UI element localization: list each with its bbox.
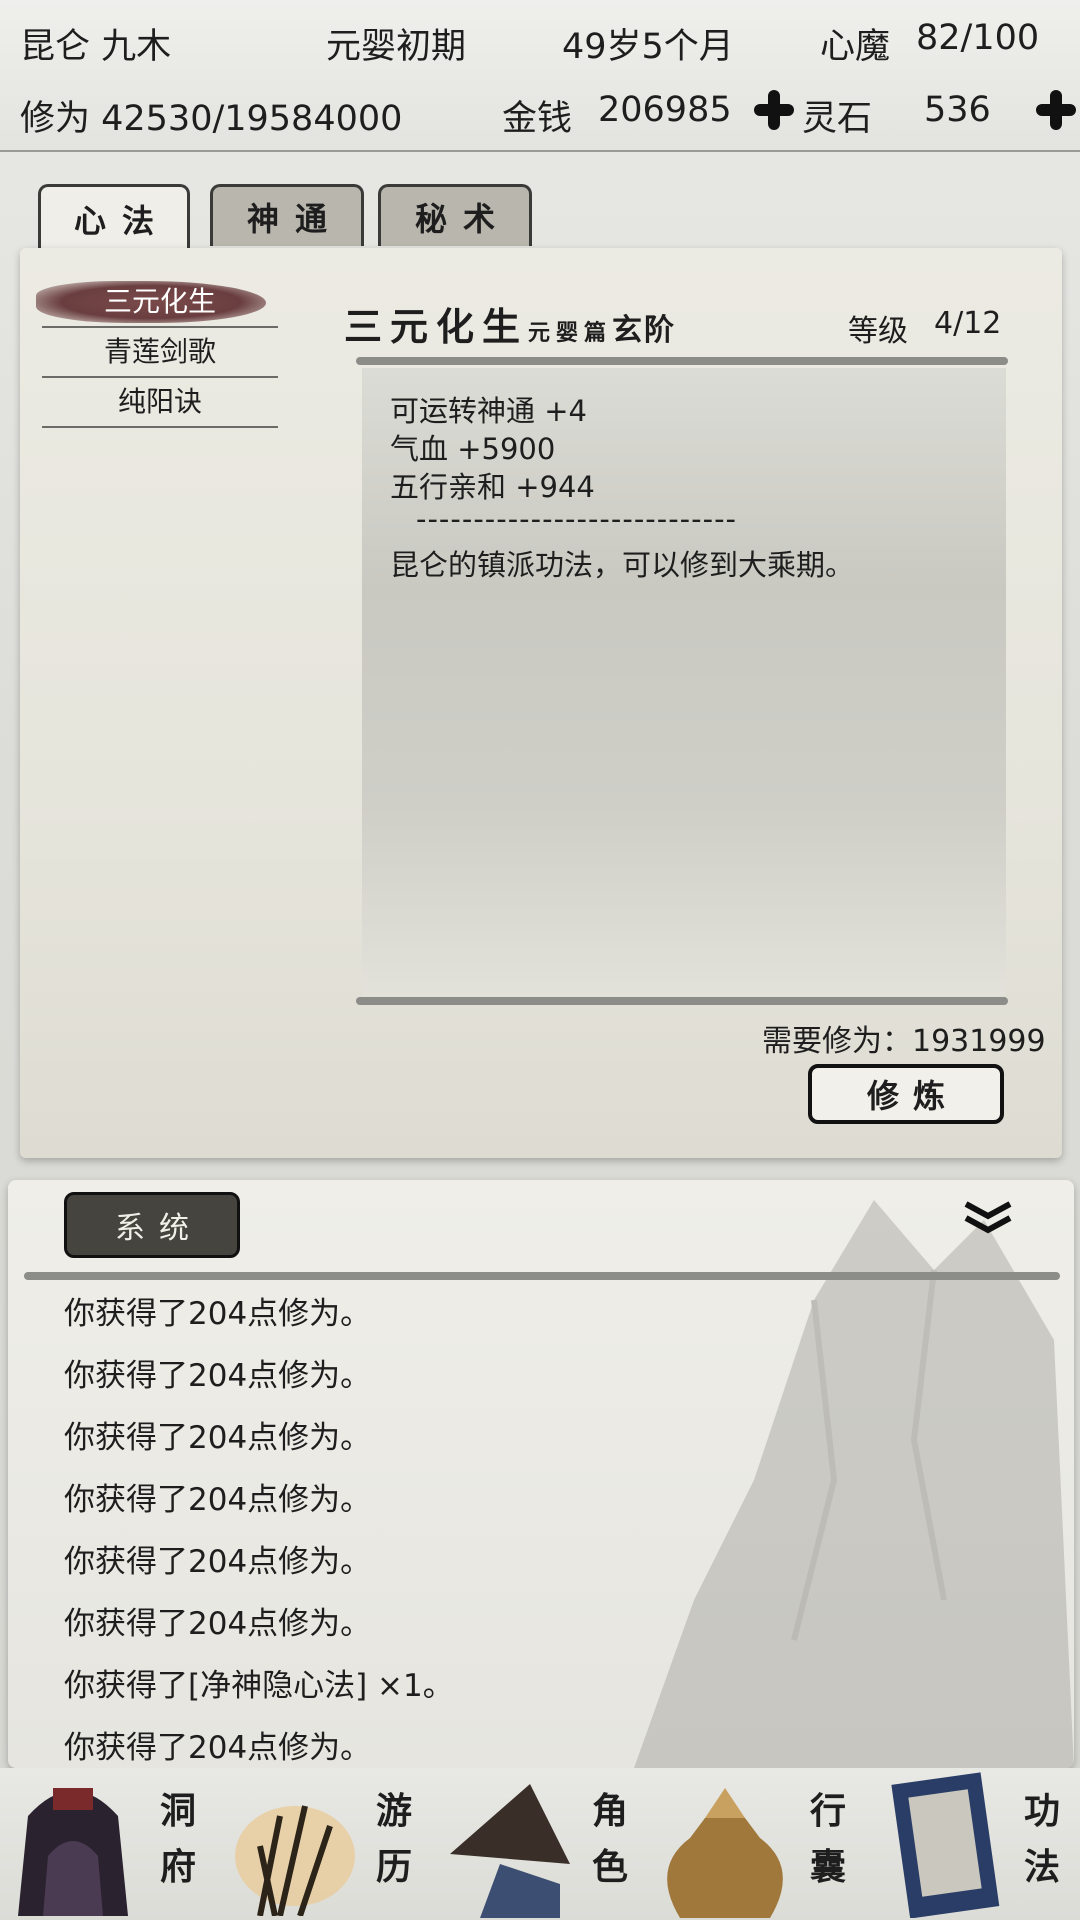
desc-bottom-rule <box>356 997 1008 1005</box>
skill-item-sanyuan[interactable]: 三元化生 <box>36 278 278 328</box>
spirit-stone-label: 灵石 <box>802 99 873 139</box>
scroll-book-icon <box>891 1772 1000 1918</box>
money-label: 金钱 <box>502 99 573 139</box>
skill-grade: 玄阶 <box>612 313 677 348</box>
log-line: 你获得了204点修为。 <box>64 1420 372 1456</box>
status-bar: 昆仑 九木 元婴初期 49岁5个月 心魔 82/100 修为 42530/195… <box>0 0 1080 152</box>
age-label: 49岁5个月 <box>562 27 734 67</box>
effect-line: 五行亲和 +944 <box>390 470 595 504</box>
tab-system[interactable]: 系统 <box>64 1192 240 1258</box>
log-line: 你获得了204点修为。 <box>64 1544 372 1580</box>
heart-demon-label: 心魔 <box>820 27 891 67</box>
log-line: 你获得了204点修为。 <box>64 1606 372 1642</box>
skill-title-name: 三元化生 <box>344 305 529 349</box>
spirit-stone-value: 536 <box>924 90 991 130</box>
nav-label: 洞府 <box>159 1791 196 1888</box>
skill-chapter: 元婴篇 <box>528 321 613 346</box>
travel-grass-icon <box>235 1805 355 1916</box>
nav-item-cave[interactable]: 洞府 <box>0 1768 200 1920</box>
effect-line: 可运转神通 +4 <box>390 394 587 428</box>
level-value: 4/12 <box>934 306 1002 341</box>
nav-item-character[interactable]: 角色 <box>440 1768 640 1920</box>
bag-icon <box>667 1788 783 1918</box>
player-name: 昆仑 九木 <box>20 27 172 67</box>
mountain-ink-icon <box>634 1200 1074 1768</box>
effect-line: 气血 +5900 <box>390 432 556 466</box>
log-line: 你获得了204点修为。 <box>64 1296 372 1332</box>
required-cultivation: 需要修为：1931999 <box>762 1024 1046 1059</box>
nav-item-bag[interactable]: 行囊 <box>650 1768 870 1920</box>
level-label: 等级 <box>848 314 908 349</box>
log-line: 你获得了[净神隐心法] ×1。 <box>64 1668 454 1704</box>
add-spirit-stone-icon[interactable] <box>1036 90 1076 130</box>
tab-secret-art[interactable]: 秘术 <box>378 184 532 246</box>
log-line: 你获得了204点修为。 <box>64 1730 372 1766</box>
nav-label: 行囊 <box>809 1791 846 1888</box>
practice-button[interactable]: 修炼 <box>808 1064 1004 1124</box>
straw-hat-character-icon <box>450 1784 570 1918</box>
tab-heart-method[interactable]: 心法 <box>38 184 190 250</box>
skill-item-chunyang[interactable]: 纯阳诀 <box>42 378 278 428</box>
skill-description: 昆仑的镇派功法，可以修到大乘期。 <box>390 548 855 582</box>
effect-divider: ---------------------------- <box>416 502 738 536</box>
realm-label: 元婴初期 <box>326 27 467 67</box>
cave-dwelling-icon <box>18 1788 128 1916</box>
skill-title: 三元化生元婴篇玄阶 <box>344 296 676 351</box>
desc-top-rule <box>356 357 1008 365</box>
heart-demon-value: 82/100 <box>916 18 1040 58</box>
bottom-navigation: 洞府 游历 角色 行囊 功法 <box>0 1768 1080 1920</box>
message-log-panel: 系统 你获得了204点修为。 你获得了204点修为。 你获得了204点修为。 你… <box>8 1180 1074 1768</box>
log-divider <box>24 1272 1060 1280</box>
log-line: 你获得了204点修为。 <box>64 1482 372 1518</box>
add-money-icon[interactable] <box>754 90 794 130</box>
tab-divine-power[interactable]: 神通 <box>210 184 364 246</box>
log-line: 你获得了204点修为。 <box>64 1358 372 1394</box>
nav-label: 功法 <box>1023 1791 1060 1888</box>
nav-item-travel[interactable]: 游历 <box>220 1768 420 1920</box>
skill-item-label: 三元化生 <box>103 285 216 318</box>
chevron-down-icon[interactable] <box>962 1198 1014 1238</box>
money-value: 206985 <box>598 90 732 130</box>
skill-item-qinglian[interactable]: 青莲剑歌 <box>42 328 278 378</box>
nav-label: 游历 <box>375 1791 412 1888</box>
nav-item-skills[interactable]: 功法 <box>870 1768 1080 1920</box>
nav-label: 角色 <box>591 1791 628 1888</box>
skill-description-box: 可运转神通 +4 气血 +5900 五行亲和 +944 ------------… <box>362 368 1006 996</box>
cultivation-label: 修为 42530/19584000 <box>20 99 403 139</box>
